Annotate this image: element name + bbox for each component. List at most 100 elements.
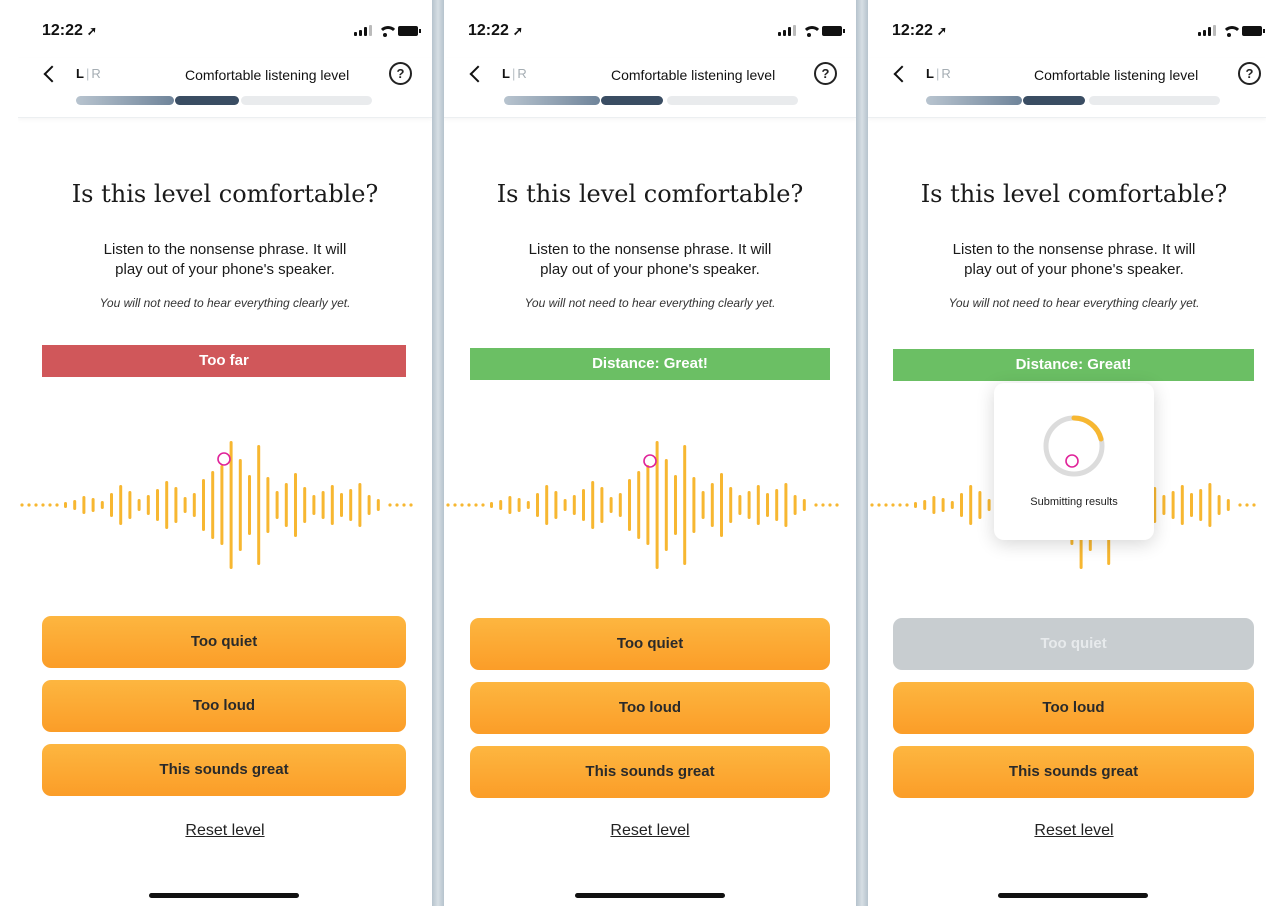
- waveform-dot: [55, 503, 59, 507]
- progress-done: [926, 96, 1022, 105]
- waveform-bar: [1190, 493, 1193, 517]
- ear-separator: |: [511, 66, 516, 81]
- waveform-bar: [266, 477, 270, 533]
- progress-remaining: [241, 96, 372, 105]
- waveform-bar: [710, 483, 714, 527]
- progress-bar: [926, 96, 1220, 105]
- home-indicator[interactable]: [149, 893, 299, 898]
- waveform-bar: [238, 459, 242, 551]
- spinner-arc: [1071, 415, 1104, 442]
- waveform-bar: [294, 473, 297, 537]
- back-chevron-icon[interactable]: [466, 60, 486, 88]
- waveform-bar: [987, 499, 991, 511]
- waveform-bar: [701, 491, 705, 519]
- popup-label: Submitting results: [1030, 496, 1118, 508]
- waveform-bar: [793, 495, 797, 515]
- progress-remaining: [667, 96, 798, 105]
- waveform-bar: [683, 445, 687, 565]
- waveform-bar: [165, 481, 169, 529]
- too-quiet-button[interactable]: Too quiet: [42, 616, 406, 668]
- location-arrow-icon: ➚: [936, 24, 947, 38]
- waveform-bar: [1180, 485, 1184, 525]
- instruction-line-2: play out of your phone's speaker.: [964, 261, 1184, 278]
- ear-left[interactable]: L: [926, 66, 934, 81]
- ear-right[interactable]: R: [517, 66, 526, 81]
- reset-level-link[interactable]: Reset level: [18, 822, 432, 840]
- ear-right[interactable]: R: [91, 66, 100, 81]
- audio-waveform: [20, 441, 413, 569]
- waveform-bar: [923, 500, 927, 510]
- ear-selector[interactable]: L | R: [76, 66, 101, 81]
- location-arrow-icon: ➚: [86, 24, 97, 38]
- touch-marker: [217, 452, 231, 466]
- back-chevron-icon[interactable]: [40, 60, 60, 88]
- reset-level-link[interactable]: Reset level: [868, 822, 1266, 840]
- waveform-dot: [41, 503, 45, 507]
- waveform-bar: [128, 491, 132, 519]
- waveform-bar: [960, 493, 963, 517]
- distance-banner: Distance: Great!: [893, 349, 1254, 381]
- too-loud-button[interactable]: Too loud: [42, 680, 406, 732]
- reset-level-link[interactable]: Reset level: [444, 822, 856, 840]
- ear-right[interactable]: R: [941, 66, 950, 81]
- waveform-bar: [202, 479, 205, 531]
- waveform-bar: [1162, 495, 1166, 515]
- battery-icon: [398, 25, 421, 36]
- phone-screen-2: 12:22 ➚ L | R Comfortable listening level ?…: [444, 0, 856, 906]
- waveform-bar: [100, 501, 104, 509]
- distance-banner: Too far: [42, 345, 406, 377]
- waveform-bar: [747, 491, 751, 519]
- waveform-bar: [275, 491, 279, 519]
- home-indicator[interactable]: [575, 893, 725, 898]
- sounds-great-button[interactable]: This sounds great: [470, 746, 830, 798]
- wifi-icon: [378, 25, 398, 37]
- progress-bar: [76, 96, 372, 105]
- waveform-bar: [358, 483, 362, 527]
- waveform-dot: [1245, 503, 1249, 507]
- too-quiet-button[interactable]: Too quiet: [470, 618, 830, 670]
- waveform-dot: [409, 503, 413, 507]
- sounds-great-button[interactable]: This sounds great: [893, 746, 1254, 798]
- waveform-dot: [460, 503, 464, 507]
- waveform-bar: [637, 471, 641, 539]
- signal-icon: [1198, 25, 1216, 36]
- status-time: 12:22: [468, 22, 509, 39]
- help-icon[interactable]: ?: [814, 62, 837, 85]
- progress-current: [1023, 96, 1085, 105]
- waveform-bar: [563, 499, 567, 511]
- waveform-bar: [554, 491, 558, 519]
- back-chevron-icon[interactable]: [890, 60, 910, 88]
- instruction-line-2: play out of your phone's speaker.: [115, 261, 335, 278]
- waveform-bar: [284, 483, 288, 527]
- waveform-bar: [73, 500, 77, 510]
- waveform-dot: [395, 503, 399, 507]
- ear-selector[interactable]: L | R: [502, 66, 527, 81]
- too-quiet-button: Too quiet: [893, 618, 1254, 670]
- phone-screen-1: 12:22 ➚ L | R Comfortable listening level ?…: [18, 0, 432, 906]
- note-text: You will not need to hear everything cle…: [524, 296, 776, 310]
- ear-left[interactable]: L: [76, 66, 84, 81]
- help-icon[interactable]: ?: [1238, 62, 1261, 85]
- waveform-bar: [526, 501, 530, 509]
- nav-title: Comfortable listening level: [185, 67, 350, 83]
- note-text: You will not need to hear everything cle…: [948, 296, 1200, 310]
- waveform-bar: [137, 499, 141, 511]
- instruction-line-2: play out of your phone's speaker.: [540, 261, 760, 278]
- ear-left[interactable]: L: [502, 66, 510, 81]
- page-title: Is this level comfortable?: [71, 180, 379, 208]
- sounds-great-button[interactable]: This sounds great: [42, 744, 406, 796]
- too-loud-button[interactable]: Too loud: [893, 682, 1254, 734]
- audio-waveform: [446, 441, 839, 569]
- waveform-dot: [891, 503, 895, 507]
- waveform-bar: [766, 493, 769, 517]
- home-indicator[interactable]: [998, 893, 1148, 898]
- note-text: You will not need to hear everything cle…: [99, 296, 351, 310]
- help-icon[interactable]: ?: [389, 62, 412, 85]
- ear-selector[interactable]: L | R: [926, 66, 951, 81]
- touch-marker: [1065, 454, 1079, 468]
- waveform-dot: [20, 503, 24, 507]
- waveform-bar: [545, 485, 549, 525]
- waveform-bar: [110, 493, 113, 517]
- instruction-line-1: Listen to the nonsense phrase. It will: [952, 241, 1196, 258]
- too-loud-button[interactable]: Too loud: [470, 682, 830, 734]
